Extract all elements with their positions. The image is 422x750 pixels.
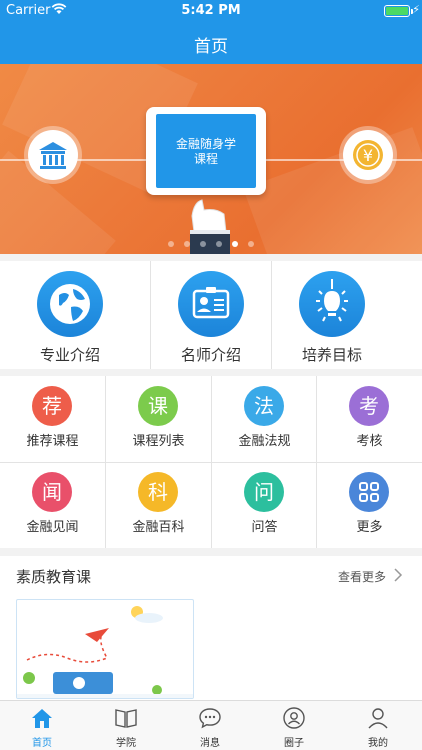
- tab-label: 我的: [368, 738, 388, 749]
- coin-icon: ¥: [343, 130, 393, 180]
- tab-circle[interactable]: 圈子: [252, 701, 336, 750]
- course-icon: 课: [138, 386, 178, 426]
- chevron-right-icon[interactable]: [392, 568, 404, 582]
- tablet-screen: 金融随身学 课程: [156, 114, 256, 188]
- carousel-dot[interactable]: [168, 241, 174, 247]
- encyclopedia-icon: 科: [138, 472, 178, 512]
- carousel-dot[interactable]: [200, 241, 206, 247]
- grid-item-recommended[interactable]: 荐 推荐课程: [0, 376, 105, 462]
- course-card[interactable]: [16, 599, 194, 699]
- tab-messages[interactable]: 消息: [168, 701, 252, 750]
- header: Carrier 5:42 PM ⚡ 首页: [0, 0, 422, 64]
- exam-icon: 考: [349, 386, 389, 426]
- id-card-icon: [178, 271, 244, 337]
- grid-item-course-list[interactable]: 课 课程列表: [106, 376, 211, 462]
- grid-item-regulations[interactable]: 法 金融法规: [212, 376, 317, 462]
- chat-icon: [199, 708, 221, 729]
- grid-divider: [105, 376, 106, 548]
- coin-symbol: ¥: [363, 146, 373, 165]
- tablet-illustration: 金融随身学 课程: [146, 107, 266, 195]
- grid-item-qa[interactable]: 问 问答: [212, 462, 317, 548]
- tablet-title-line1: 金融随身学: [175, 137, 236, 151]
- grid-item-label: 金融百科: [132, 520, 185, 535]
- home-icon: [32, 709, 52, 728]
- feature-label: 培养目标: [301, 346, 362, 364]
- carousel-indicator[interactable]: [0, 238, 422, 248]
- tab-label: 圈子: [284, 738, 304, 749]
- grid-item-more[interactable]: 更多: [317, 462, 422, 548]
- feature-label: 专业介绍: [39, 346, 100, 364]
- charging-icon: ⚡: [412, 3, 420, 16]
- carousel-dot-active[interactable]: [232, 241, 238, 247]
- grid-item-label: 问答: [251, 520, 278, 535]
- bank-icon: [28, 130, 78, 180]
- tab-label: 消息: [200, 738, 220, 749]
- person-icon: [368, 708, 388, 729]
- grid-four-icon: [349, 472, 389, 512]
- tab-mine[interactable]: 我的: [336, 701, 420, 750]
- grid-item-encyclopedia[interactable]: 科 金融百科: [106, 462, 211, 548]
- clock: 5:42 PM: [181, 3, 241, 18]
- tab-home[interactable]: 首页: [0, 701, 84, 750]
- grid-item-assessment[interactable]: 考 考核: [317, 376, 422, 462]
- course-thumbnail-illustration: [17, 606, 193, 698]
- question-icon: 问: [244, 472, 284, 512]
- carousel-dot[interactable]: [248, 241, 254, 247]
- see-more-link[interactable]: 查看更多: [338, 568, 386, 585]
- globe-icon: [37, 271, 103, 337]
- law-icon: 法: [244, 386, 284, 426]
- carousel-dot[interactable]: [184, 241, 190, 247]
- feature-row: 专业介绍 名师介绍 培养目标: [0, 261, 422, 369]
- banner-facet: [243, 127, 422, 254]
- grid-item-label: 考核: [356, 434, 383, 449]
- carousel-dot[interactable]: [216, 241, 222, 247]
- grid-item-label: 课程列表: [132, 434, 185, 449]
- grid-item-news[interactable]: 闻 金融见闻: [0, 462, 105, 548]
- tablet-title-line2: 课程: [193, 152, 218, 166]
- tab-label: 首页: [32, 738, 52, 749]
- tab-bar: 首页 学院 消息 圈子 我的: [0, 700, 422, 750]
- status-bar: Carrier 5:42 PM ⚡: [0, 0, 422, 22]
- feature-training-goal[interactable]: 培养目标: [262, 261, 402, 369]
- battery-icon: [384, 5, 410, 17]
- grid-item-label: 金融法规: [238, 434, 291, 449]
- feature-teacher-intro[interactable]: 名师介绍: [141, 261, 281, 369]
- banner-carousel[interactable]: ¥ 金融随身学 课程: [0, 64, 422, 254]
- grid-item-label: 推荐课程: [26, 434, 79, 449]
- tab-academy[interactable]: 学院: [84, 701, 168, 750]
- grid-divider: [211, 376, 212, 548]
- lightbulb-icon: [299, 271, 365, 337]
- feature-label: 名师介绍: [180, 346, 241, 364]
- grid-divider: [316, 376, 317, 548]
- app-screen: Carrier 5:42 PM ⚡ 首页 ¥ 金融随身学 课程 专业介绍 名师介…: [0, 0, 422, 750]
- grid-item-label: 金融见闻: [26, 520, 79, 535]
- tab-label: 学院: [116, 738, 136, 749]
- recommend-icon: 荐: [32, 386, 72, 426]
- grid-item-label: 更多: [356, 520, 383, 535]
- news-icon: 闻: [32, 472, 72, 512]
- circle-user-icon: [283, 707, 305, 729]
- feature-major-intro[interactable]: 专业介绍: [0, 261, 140, 369]
- page-title: 首页: [194, 37, 228, 57]
- section-title: 素质教育课: [16, 568, 92, 586]
- book-icon: [115, 709, 137, 728]
- quality-education-section: 素质教育课 查看更多: [0, 556, 422, 700]
